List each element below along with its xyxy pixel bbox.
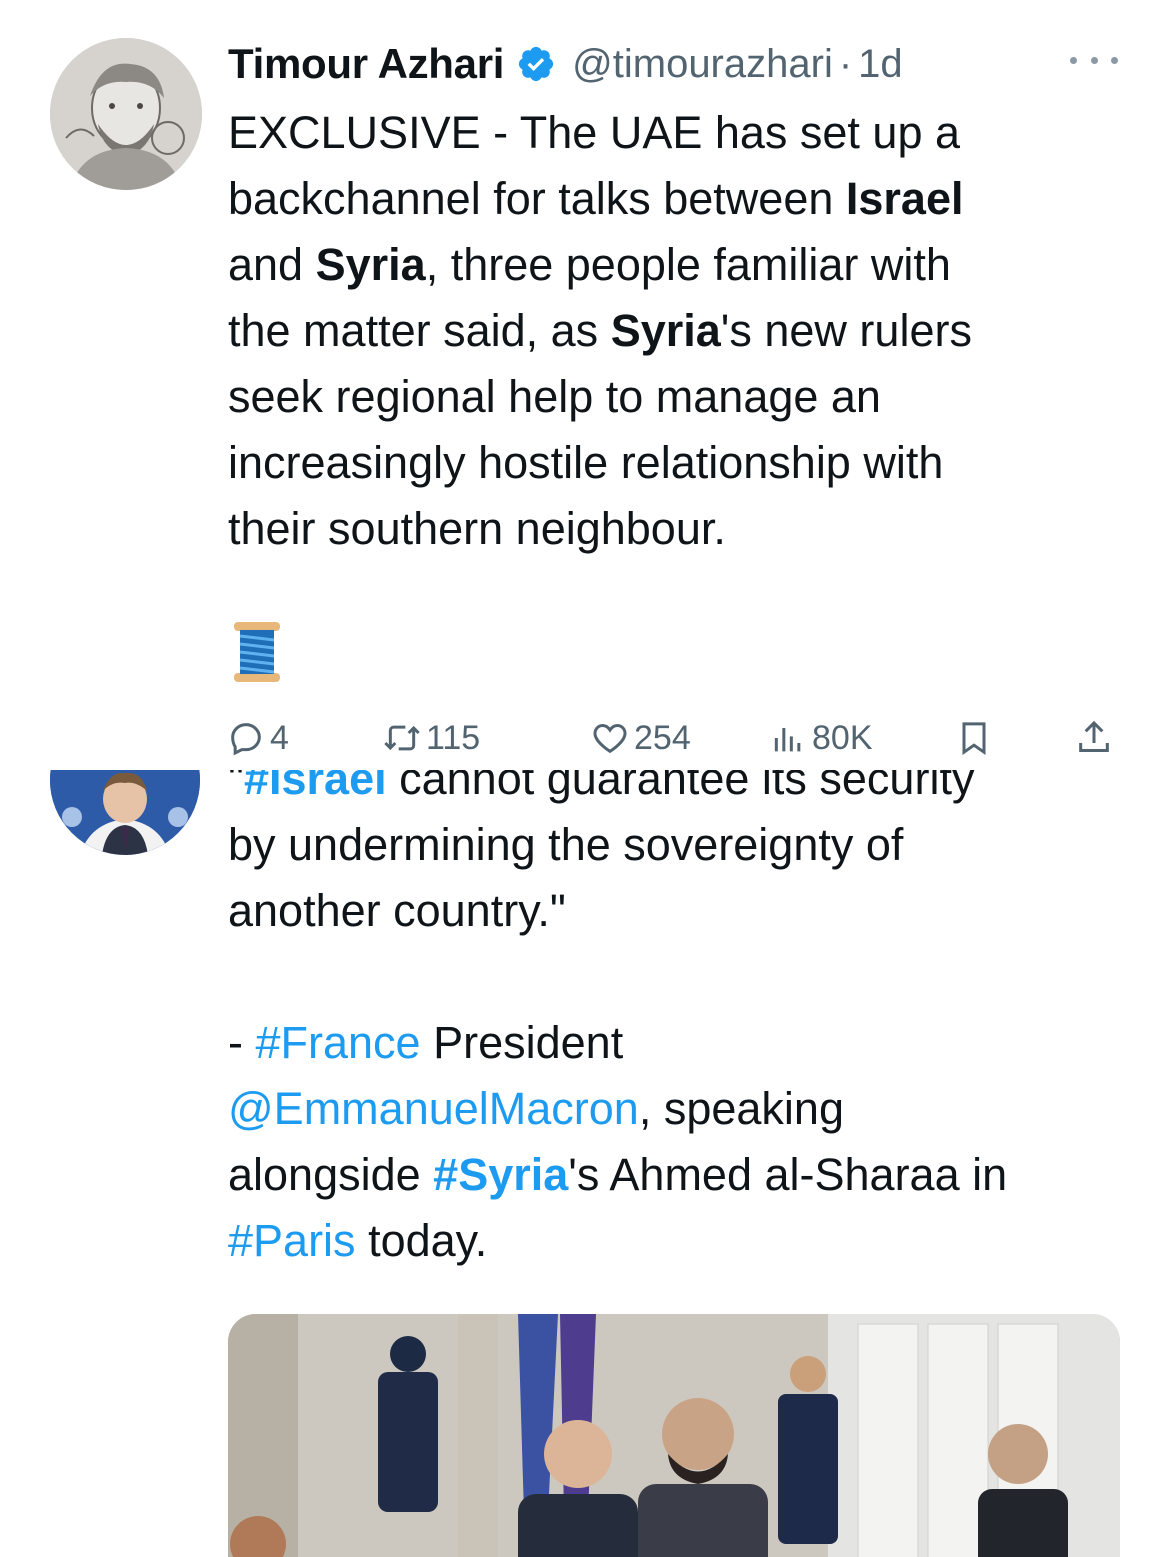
tweet-text-line: "#Israel cannot guarantee its security — [228, 770, 1138, 812]
tweet-text-line: backchannel for talks between Israel — [228, 166, 1128, 232]
text-segment: , speaking — [638, 1083, 844, 1134]
verified-badge-icon — [519, 46, 554, 82]
tweet-text-line: their southern neighbour. — [228, 496, 1128, 562]
bold-term: Syria — [315, 239, 426, 290]
text-segment: alongside — [228, 1149, 434, 1200]
repost-count: 115 — [426, 718, 481, 757]
tweet-timourazhari[interactable]: Timour Azhari @timourazhari · 1d EXCLUSI… — [0, 0, 1169, 770]
share-button[interactable] — [1074, 706, 1118, 770]
separator-dot: · — [838, 41, 853, 86]
text-segment: and — [228, 239, 316, 290]
like-count: 254 — [634, 718, 691, 757]
text-segment: seek regional help to manage an — [228, 371, 881, 422]
text-segment: EXCLUSIVE - The UAE has set up a — [228, 107, 961, 158]
repost-icon — [384, 725, 420, 751]
tweet-text-line: @EmmanuelMacron, speaking — [228, 1076, 1138, 1142]
tweet-text-line: alongside #Syria's Ahmed al-Sharaa in — [228, 1142, 1138, 1208]
tweet-text-line: by undermining the sovereignty of — [228, 812, 1138, 878]
share-icon — [1079, 720, 1109, 752]
tweet-photo[interactable] — [228, 1314, 1120, 1557]
author-handle[interactable]: @timourazhari — [572, 42, 833, 87]
hashtag-link[interactable]: #France — [256, 1017, 421, 1068]
bold-term: Israel — [845, 173, 964, 224]
bold-term: Syria — [610, 305, 721, 356]
author-avatar[interactable] — [50, 770, 200, 855]
bookmark-button[interactable] — [954, 706, 998, 770]
tweet-text-line: #Paris today. — [228, 1208, 1138, 1274]
tweet-text-line: seek regional help to manage an — [228, 364, 1128, 430]
like-button[interactable]: 254 — [590, 706, 691, 770]
tweet-text-line: EXCLUSIVE - The UAE has set up a — [228, 100, 1128, 166]
more-options-icon[interactable] — [1070, 50, 1118, 70]
tweet-text-line: increasingly hostile relationship with — [228, 430, 1128, 496]
text-segment: , three people familiar with — [425, 239, 951, 290]
view-count: 80K — [812, 718, 873, 757]
reply-count: 4 — [270, 718, 289, 757]
tweet-header: Timour Azhari @timourazhari · 1d — [228, 38, 903, 90]
text-segment: their southern neighbour. — [228, 503, 726, 554]
tweet-text-line: another country." — [228, 878, 1138, 944]
heart-icon — [593, 723, 627, 754]
text-segment: increasingly hostile relationship with — [228, 437, 944, 488]
spool-of-thread-emoji — [234, 622, 280, 682]
author-name[interactable]: Timour Azhari — [228, 40, 504, 88]
text-segment: - — [228, 1017, 256, 1068]
text-segment: the matter said, as — [228, 305, 611, 356]
text-segment: 's new rulers — [720, 305, 972, 356]
text-segment: cannot guarantee its security — [386, 770, 975, 804]
text-segment: today. — [355, 1215, 488, 1266]
tweet-text-line: and Syria, three people familiar with — [228, 232, 1128, 298]
reply-icon — [231, 723, 261, 756]
press-photo-image — [228, 1314, 1120, 1557]
views-button[interactable]: 80K — [768, 706, 873, 770]
text-segment: President — [420, 1017, 624, 1068]
author-avatar[interactable] — [50, 38, 202, 190]
mention-link[interactable]: @EmmanuelMacron — [228, 1083, 639, 1134]
avatar-sketch-portrait — [50, 38, 202, 190]
tweet-actions: 4 115 254 80K — [0, 706, 1169, 770]
text-segment: " — [228, 770, 244, 804]
text-segment: another country." — [228, 885, 566, 936]
tweet-text-line: - #France President — [228, 1010, 1138, 1076]
repost-button[interactable]: 115 — [382, 706, 480, 770]
analytics-icon — [774, 728, 801, 752]
tweet-text-line: the matter said, as Syria's new rulers — [228, 298, 1128, 364]
text-segment: backchannel for talks between — [228, 173, 846, 224]
tweet-text: "#Israel cannot guarantee its security by… — [228, 770, 1138, 1274]
reply-button[interactable]: 4 — [226, 706, 289, 770]
hashtag-link[interactable]: #Paris — [228, 1215, 356, 1266]
hashtag-link[interactable]: #Syria — [433, 1149, 568, 1200]
text-segment: by undermining the sovereignty of — [228, 819, 904, 870]
tweet-timestamp[interactable]: 1d — [858, 42, 903, 87]
text-segment: 's Ahmed al-Sharaa in — [568, 1149, 1008, 1200]
tweet-macron-quote[interactable]: "#Israel cannot guarantee its security by… — [0, 770, 1169, 1557]
hashtag-link[interactable]: #Israel — [244, 770, 387, 804]
tweet-text: EXCLUSIVE - The UAE has set up a backchan… — [228, 100, 1128, 562]
bookmark-icon — [962, 722, 986, 756]
avatar-portrait — [50, 770, 200, 855]
